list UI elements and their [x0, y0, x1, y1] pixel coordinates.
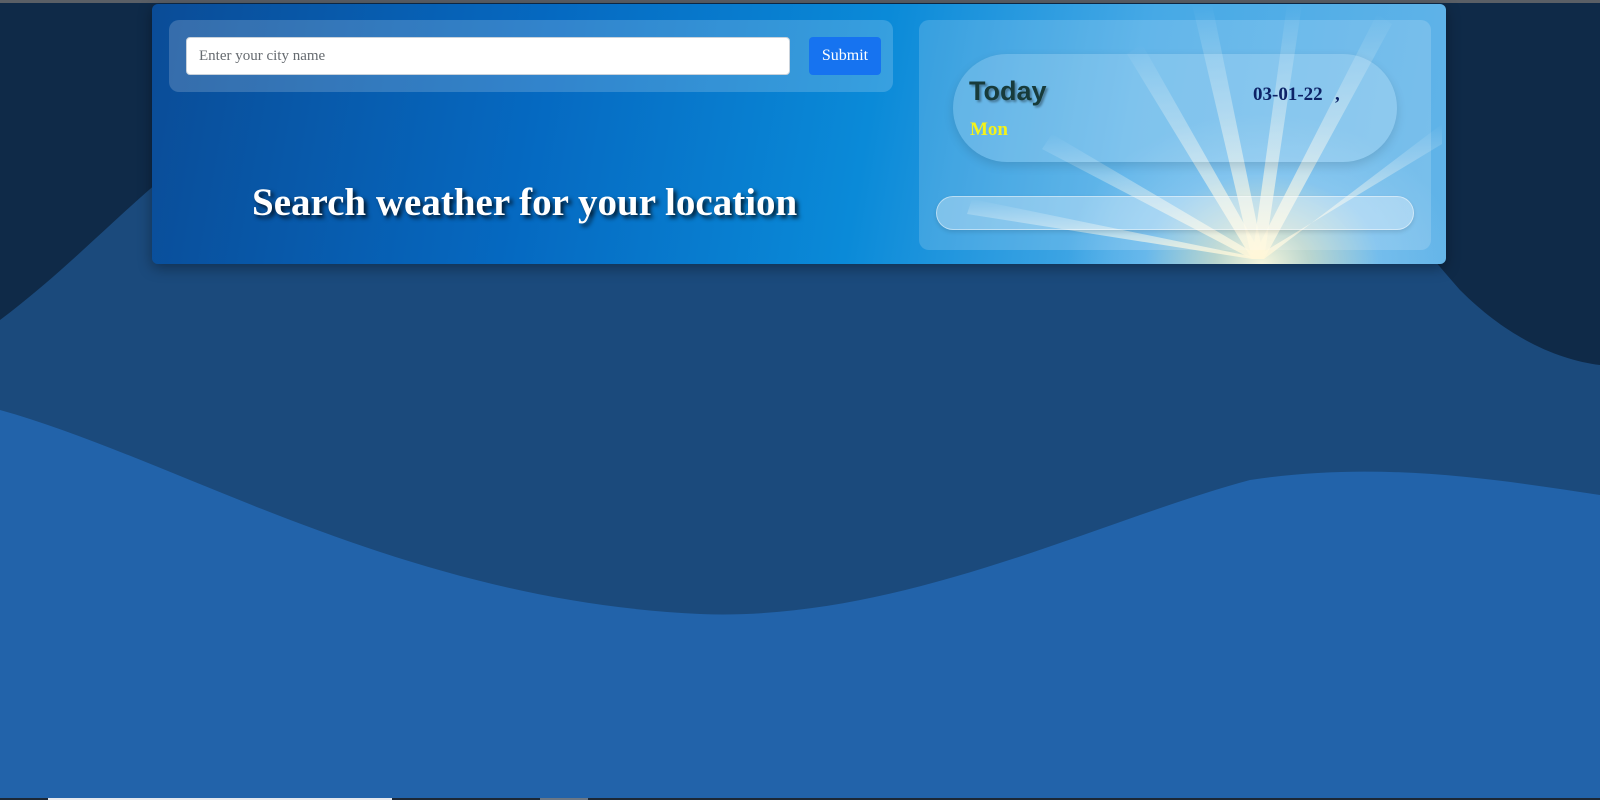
weather-result-bar — [936, 196, 1414, 230]
page-headline: Search weather for your location — [252, 181, 798, 224]
today-date-card: Today 03-01-22 , Mon — [953, 54, 1397, 162]
day-of-week: Mon — [970, 119, 1008, 140]
today-label: Today — [969, 76, 1047, 106]
date-value: 03-01-22 — [1253, 84, 1323, 105]
weather-app-page: Submit Search weather for your location … — [0, 0, 1600, 800]
submit-button[interactable]: Submit — [809, 37, 881, 75]
date-separator: , — [1335, 84, 1340, 105]
search-panel: Submit — [169, 20, 893, 92]
city-search-input[interactable] — [186, 37, 790, 75]
weather-card: Submit Search weather for your location … — [152, 4, 1446, 264]
weather-info-panel: Today 03-01-22 , Mon — [919, 20, 1431, 250]
